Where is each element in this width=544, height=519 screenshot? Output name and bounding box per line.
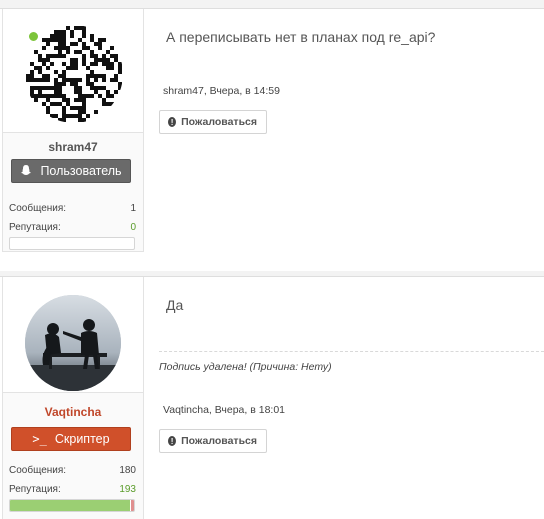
stat-value: 0 [130,222,136,233]
page-background-strip [0,0,544,8]
stat-reputation: Репутация: 0 [3,218,143,237]
user-stats: Сообщения: 180 Репутация: 193 [3,461,143,512]
stat-value: 193 [119,484,136,495]
exclamation-icon: ! [168,436,177,446]
post-meta[interactable]: shram47, Вчера, в 14:59 [163,85,280,97]
forum-post: shram47 Пользователь Сообщения: 1 Репута… [0,8,544,271]
stat-label: Репутация: [9,222,61,233]
reputation-bar [9,499,135,512]
post-meta[interactable]: Vaqtincha, Вчера, в 18:01 [163,404,285,416]
avatar-container [3,277,143,393]
stat-messages: Сообщения: 180 [3,461,143,480]
stat-reputation: Репутация: 193 [3,480,143,499]
forum-post: Vaqtincha >_ Скриптер Сообщения: 180 Реп… [0,276,544,519]
post-message: А переписывать нет в планах под re_api? [166,29,436,45]
post-author-panel: Vaqtincha >_ Скриптер Сообщения: 180 Реп… [2,277,144,519]
report-label: Пожаловаться [181,116,257,128]
stat-messages: Сообщения: 1 [3,199,143,218]
stat-label: Сообщения: [9,465,67,476]
reputation-bar-fill [10,500,131,511]
report-label: Пожаловаться [181,435,257,447]
post-signature: Подпись удалена! (Причина: Нету) [159,361,332,373]
terminal-icon: >_ [32,432,47,446]
silhouette-avatar-image [25,295,121,391]
stat-value: 1 [130,203,136,214]
avatar[interactable] [25,25,123,123]
username[interactable]: Vaqtincha [3,405,143,419]
signature-divider [159,351,544,352]
stat-label: Репутация: [9,484,61,495]
snapchat-ghost-icon [20,164,32,179]
online-status-indicator [28,31,39,42]
report-button[interactable]: ! Пожаловаться [159,110,267,134]
rank-label: Пользователь [40,164,122,178]
user-rank-badge: Пользователь [11,159,131,183]
avatar-container [3,9,143,133]
reputation-bar [9,237,135,250]
exclamation-icon: ! [168,117,177,127]
user-stats: Сообщения: 1 Репутация: 0 [3,199,143,250]
post-content: А переписывать нет в планах под re_api? … [159,9,544,271]
stat-label: Сообщения: [9,203,67,214]
username[interactable]: shram47 [3,140,143,154]
avatar[interactable] [25,295,121,391]
stat-value: 180 [119,465,136,476]
post-author-panel: shram47 Пользователь Сообщения: 1 Репута… [2,9,144,252]
qr-code-avatar-image [25,25,123,123]
post-message: Да [166,297,184,313]
report-button[interactable]: ! Пожаловаться [159,429,267,453]
rank-label: Скриптер [54,432,110,446]
reputation-bar-end [131,500,134,511]
user-rank-badge: >_ Скриптер [11,427,131,451]
post-content: Да Подпись удалена! (Причина: Нету) Vaqt… [159,277,544,519]
